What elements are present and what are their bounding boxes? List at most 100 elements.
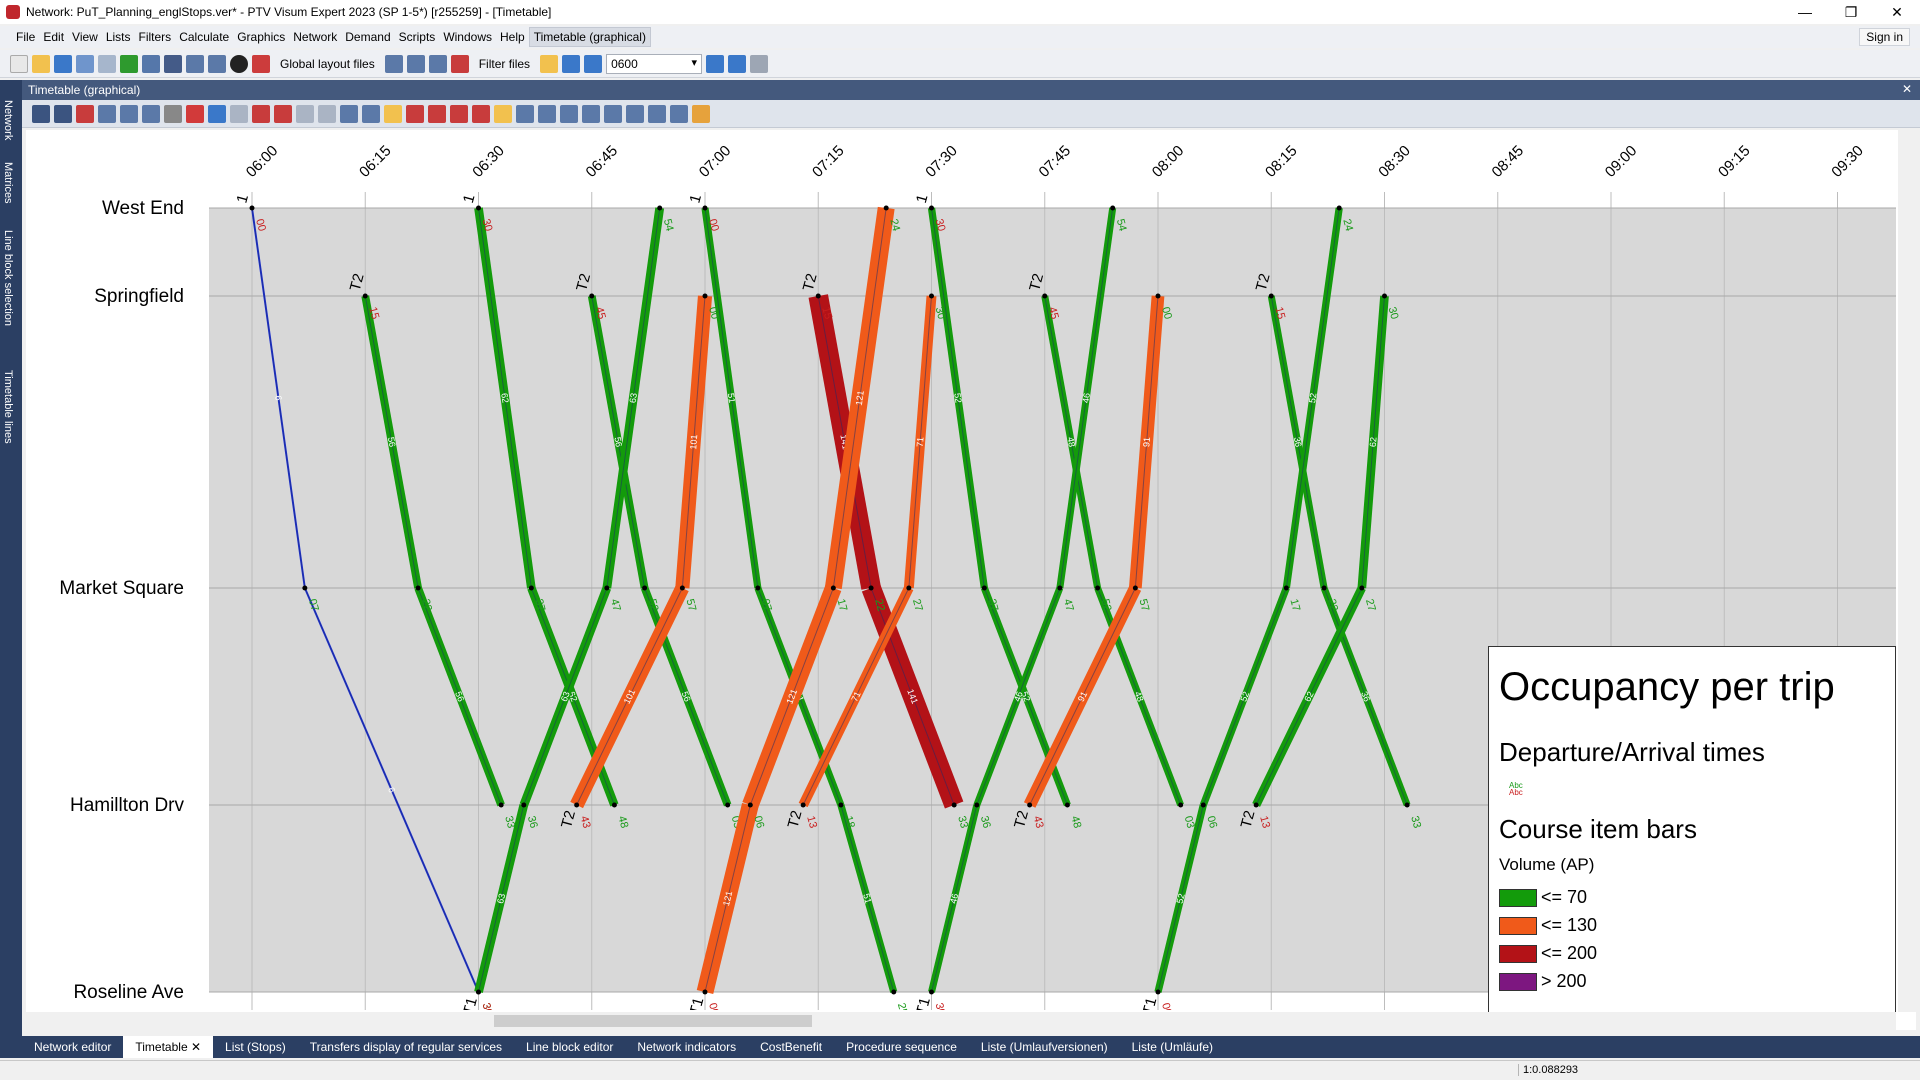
home-icon[interactable] [164,54,182,73]
paste-icon[interactable] [384,104,402,123]
menu-file[interactable]: File [12,28,39,46]
pan-icon[interactable] [648,104,666,123]
main-toolbar: Global layout files Filter files 0600 [0,50,1920,78]
stop-event-dot [929,293,934,299]
volume-label: 101 [688,434,699,450]
first-time-icon[interactable] [562,54,581,73]
layout-rows-icon[interactable] [406,54,425,73]
menu-windows[interactable]: Windows [439,28,496,46]
24h-icon[interactable] [494,104,512,123]
trip-p-icon[interactable] [428,104,446,123]
network-icon[interactable] [142,54,160,73]
undo-icon[interactable] [76,54,94,73]
horizontal-scrollbar[interactable] [26,1012,1896,1030]
menu-network[interactable]: Network [289,28,341,46]
link-icon[interactable] [208,104,226,123]
tools-icon[interactable] [626,104,644,123]
list-icon[interactable] [186,54,204,73]
redo-icon[interactable] [98,54,116,73]
tab-network-editor[interactable]: Network editor [22,1036,123,1058]
tab-line-block-editor[interactable]: Line block editor [514,1036,625,1058]
trip-ppp-icon[interactable] [472,104,490,123]
menu-filters[interactable]: Filters [135,28,176,46]
new-file-icon[interactable] [10,54,28,73]
refresh-icon[interactable] [340,104,358,123]
zoom-region-icon[interactable] [604,104,622,123]
fit-icon[interactable] [54,104,72,123]
hide-icon[interactable] [296,104,314,123]
menu-edit[interactable]: Edit [39,28,68,46]
table-view-icon[interactable] [98,104,116,123]
layout-cols-icon[interactable] [428,54,447,73]
tab-timetable-label[interactable]: Timetable [135,1040,187,1054]
stop-event-dot [1404,802,1410,808]
time-axis-label: 07:00 [696,142,735,181]
tab-procedure-sequence[interactable]: Procedure sequence [834,1036,969,1058]
volume-label: 91 [1141,437,1152,448]
filter-icon[interactable] [450,54,469,73]
sort-desc-icon[interactable] [274,104,292,123]
tab-costbenefit[interactable]: CostBenefit [748,1036,834,1058]
eye-icon[interactable] [318,104,336,123]
trip-pp-icon[interactable] [450,104,468,123]
last-time-icon[interactable] [728,54,747,73]
tab-timetable[interactable]: Timetable ✕ [123,1036,214,1058]
menu-timetable-graphical[interactable]: Timetable (graphical) [528,27,651,47]
tab-network-indicators[interactable]: Network indicators [625,1036,748,1058]
zoom-all-icon[interactable] [32,104,50,123]
side-tab-timetable-lines[interactable]: Timetable lines [2,370,14,444]
minimize-button[interactable]: — [1782,0,1828,24]
menu-view[interactable]: View [68,28,102,46]
tab-transfers-display[interactable]: Transfers display of regular services [298,1036,514,1058]
record-icon[interactable] [186,104,204,123]
menu-demand[interactable]: Demand [341,28,394,46]
global-layout-files-button[interactable]: Global layout files [274,57,381,71]
people-icon[interactable] [538,104,556,123]
sign-in-button[interactable]: Sign in [1859,28,1910,46]
table-icon[interactable] [208,54,226,73]
tab-liste-umlaeufe[interactable]: Liste (Umläufe) [1120,1036,1225,1058]
globe-icon[interactable] [230,54,248,73]
side-tab-network[interactable]: Network [2,100,14,140]
menu-help[interactable]: Help [496,28,529,46]
sort-asc-icon[interactable] [252,104,270,123]
run-icon[interactable] [120,54,138,73]
stop-icon[interactable] [750,54,769,73]
layout-icon[interactable] [384,54,403,73]
select-icon[interactable] [76,104,94,123]
chart-icon[interactable] [252,54,270,73]
menu-scripts[interactable]: Scripts [395,28,440,46]
edit-pencil-icon[interactable] [692,104,710,123]
previous-time-icon[interactable] [584,54,603,73]
rows-icon[interactable] [142,104,160,123]
menu-graphics[interactable]: Graphics [233,28,289,46]
unlink-icon[interactable] [230,104,248,123]
block-icon[interactable] [164,104,182,123]
grid-icon[interactable] [516,104,534,123]
save-icon[interactable] [54,54,72,73]
tab-list-stops[interactable]: List (Stops) [213,1036,298,1058]
restore-button[interactable]: ❐ [1828,0,1874,24]
panel-close-icon[interactable]: ✕ [1902,82,1912,96]
open-filter-icon[interactable] [540,54,559,73]
menu-lists[interactable]: Lists [102,28,135,46]
time-selector[interactable]: 0600 [606,53,703,74]
filter-files-button[interactable]: Filter files [473,57,536,71]
open-folder-icon[interactable] [32,54,50,73]
side-tab-line-block-selection[interactable]: Line block selection [2,230,14,326]
close-button[interactable]: ✕ [1874,0,1920,24]
copy-icon[interactable] [362,104,380,123]
trip-red-icon[interactable] [406,104,424,123]
vertical-scrollbar[interactable] [1898,130,1916,1012]
horizontal-scroll-thumb[interactable] [494,1015,812,1027]
columns-icon[interactable] [120,104,138,123]
hand-icon[interactable] [670,104,688,123]
tab-liste-umlaufversionen[interactable]: Liste (Umlaufversionen) [969,1036,1120,1058]
stop-event-dot [476,205,481,211]
side-tab-matrices[interactable]: Matrices [2,162,14,204]
next-time-icon[interactable] [706,54,725,73]
window-icon[interactable] [582,104,600,123]
print-icon[interactable] [560,104,578,123]
tab-close-icon[interactable]: ✕ [191,1040,201,1054]
menu-calculate[interactable]: Calculate [175,28,233,46]
